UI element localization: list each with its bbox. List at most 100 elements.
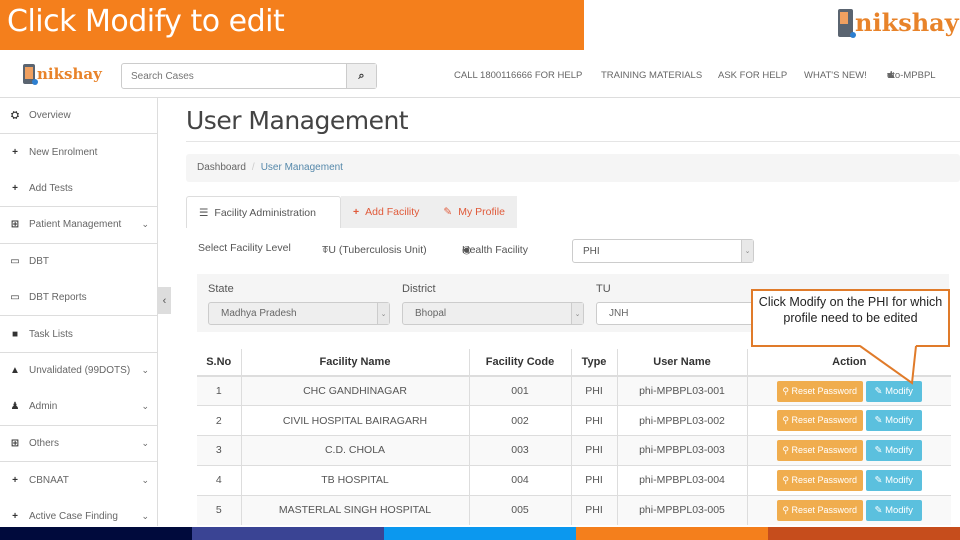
cell-facility-code: 002 bbox=[469, 405, 572, 436]
chevron-down-icon: ⌄ bbox=[141, 437, 149, 448]
chevron-down-icon: ⌄ bbox=[141, 474, 149, 485]
cell-facility-name: CHC GANDHINAGAR bbox=[241, 375, 470, 406]
nikshay-logo-top: nikshay bbox=[838, 8, 959, 38]
medkit-icon: ⊞ bbox=[10, 219, 20, 231]
edit-icon: ✎ bbox=[874, 504, 883, 516]
caret-down-icon: ▾ bbox=[887, 70, 892, 81]
sidebar-item-new-enrolment[interactable]: + New Enrolment bbox=[0, 134, 157, 170]
nav-link-training-materials[interactable]: TRAINING MATERIALS bbox=[601, 70, 702, 81]
cell-user-name: phi-MPBPL03-003 bbox=[617, 435, 748, 466]
facility-level-label: Select Facility Level bbox=[198, 242, 291, 254]
reset-password-button[interactable]: ⚲ Reset Password bbox=[776, 439, 863, 461]
key-icon: ⚲ bbox=[782, 385, 790, 396]
nav-link-call-help[interactable]: CALL 1800116666 FOR HELP bbox=[454, 70, 582, 81]
tab-facility-administration[interactable]: ☰ Facility Administration bbox=[186, 196, 341, 228]
user-icon: ♟ bbox=[10, 401, 20, 413]
chevron-down-icon: ⌄ bbox=[571, 303, 583, 324]
reset-password-button[interactable]: ⚲ Reset Password bbox=[776, 380, 863, 402]
sidebar-item-overview[interactable]: ⛭ Overview bbox=[0, 98, 157, 135]
col-header-facility-code: Facility Code bbox=[469, 349, 572, 377]
dashboard-icon: ⛭ bbox=[11, 110, 19, 122]
sidebar-item-unvalidated[interactable]: ▲ Unvalidated (99DOTS) ⌄ bbox=[0, 353, 157, 389]
edit-icon: ✎ bbox=[874, 474, 883, 486]
plus-icon: + bbox=[353, 206, 360, 218]
warning-icon: ▲ bbox=[10, 365, 20, 377]
reset-password-button[interactable]: ⚲ Reset Password bbox=[776, 499, 863, 521]
table-row: 1 CHC GANDHINAGAR 001 PHI phi-MPBPL03-001 ⚲ R… bbox=[197, 375, 951, 406]
chevron-down-icon: ⌄ bbox=[141, 510, 149, 521]
sidebar-item-task-lists[interactable]: ■ Task Lists bbox=[0, 316, 157, 353]
district-label: District bbox=[402, 283, 436, 295]
search-button[interactable]: ⌕ bbox=[346, 64, 376, 88]
cell-sno: 2 bbox=[197, 405, 242, 436]
modify-button[interactable]: ✎ Modify bbox=[865, 499, 922, 521]
breadcrumb: Dashboard / User Management bbox=[186, 154, 960, 182]
table-row: 5 MASTERLAL SINGH HOSPITAL 005 PHI phi-MPBPL… bbox=[197, 494, 951, 525]
sidebar-item-dbt-reports[interactable]: ▭ DBT Reports bbox=[0, 280, 157, 317]
plus-icon: + bbox=[12, 182, 18, 194]
sidebar-item-dbt[interactable]: ▭ DBT bbox=[0, 244, 157, 280]
callout-pointer bbox=[860, 345, 917, 385]
sidebar-item-patient-management[interactable]: ⊞ Patient Management ⌄ bbox=[0, 207, 157, 244]
slide-title-bar: Click Modify to edit bbox=[0, 0, 584, 50]
sidebar-item-others[interactable]: ⊞ Others ⌄ bbox=[0, 426, 157, 462]
sidebar-collapse-button[interactable]: ‹ bbox=[158, 287, 171, 314]
nav-link-ask-for-help[interactable]: ASK FOR HELP bbox=[718, 70, 787, 81]
cell-action: ⚲ Reset Password ✎ Modify bbox=[747, 464, 951, 496]
cell-type: PHI bbox=[571, 464, 618, 496]
sidebar-item-cbnaat[interactable]: + CBNAAT ⌄ bbox=[0, 462, 157, 498]
key-icon: ⚲ bbox=[782, 444, 790, 455]
tab-add-facility[interactable]: + Add Facility bbox=[341, 196, 432, 228]
reset-password-button[interactable]: ⚲ Reset Password bbox=[776, 410, 863, 432]
modify-button[interactable]: ✎ Modify bbox=[865, 410, 922, 432]
col-header-user-name: User Name bbox=[617, 349, 748, 377]
sidebar-item-add-tests[interactable]: + Add Tests bbox=[0, 171, 157, 208]
modify-button[interactable]: ✎ Modify bbox=[865, 439, 922, 461]
facility-table: S.No Facility Name Facility Code Type Us… bbox=[197, 349, 951, 525]
app-navbar: ⌕ CALL 1800116666 FOR HELP TRAINING MATE… bbox=[0, 52, 960, 98]
chevron-down-icon: ⌄ bbox=[377, 303, 389, 324]
nikshay-logo-app[interactable]: nikshay bbox=[23, 64, 102, 85]
tabs: ☰ Facility Administration + Add Facility ✎… bbox=[186, 196, 517, 228]
phone-logo-icon bbox=[23, 64, 38, 85]
sidebar-item-admin[interactable]: ♟ Admin ⌄ bbox=[0, 389, 157, 426]
cell-facility-name: CIVIL HOSPITAL BAIRAGARH bbox=[241, 405, 470, 436]
modify-button[interactable]: ✎ Modify bbox=[865, 469, 922, 491]
stripe-segment bbox=[192, 527, 384, 540]
reset-password-button[interactable]: ⚲ Reset Password bbox=[776, 469, 863, 491]
cell-type: PHI bbox=[571, 405, 618, 436]
chevron-down-icon: ⌄ bbox=[741, 240, 753, 262]
nav-link-whats-new[interactable]: WHAT'S NEW! bbox=[804, 70, 867, 81]
slide-title: Click Modify to edit bbox=[7, 4, 285, 39]
cell-action: ⚲ Reset Password ✎ Modify bbox=[747, 435, 951, 466]
chevron-left-icon: ‹ bbox=[162, 294, 167, 307]
breadcrumb-dashboard[interactable]: Dashboard bbox=[197, 162, 246, 173]
cell-facility-name: MASTERLAL SINGH HOSPITAL bbox=[241, 494, 470, 525]
cell-action: ⚲ Reset Password ✎ Modify bbox=[747, 405, 951, 436]
cell-type: PHI bbox=[571, 375, 618, 406]
search-icon: ⌕ bbox=[358, 69, 365, 82]
tab-my-profile[interactable]: ✎ My Profile bbox=[431, 196, 517, 228]
instruction-callout: Click Modify on the PHI for which profil… bbox=[751, 289, 950, 347]
table-row: 4 TB HOSPITAL 004 PHI phi-MPBPL03-004 ⚲ Reset… bbox=[197, 464, 951, 496]
key-icon: ⚲ bbox=[782, 504, 790, 515]
medkit-icon: ⊞ bbox=[10, 437, 20, 449]
sidebar: ⛭ Overview + New Enrolment + Add Tests ⊞ Pat… bbox=[0, 98, 158, 526]
phone-logo-icon bbox=[838, 8, 856, 38]
cell-user-name: phi-MPBPL03-002 bbox=[617, 405, 748, 436]
cell-sno: 5 bbox=[197, 494, 242, 525]
edit-icon: ✎ bbox=[874, 444, 883, 456]
district-select[interactable]: Bhopal ⌄ bbox=[402, 302, 584, 325]
state-select[interactable]: Madhya Pradesh ⌄ bbox=[208, 302, 390, 325]
stripe-segment bbox=[0, 527, 192, 540]
money-icon: ▭ bbox=[10, 256, 20, 268]
tu-label: TU bbox=[596, 283, 611, 295]
search-input[interactable] bbox=[122, 64, 346, 88]
money-icon: ▭ bbox=[10, 292, 20, 304]
facility-type-select[interactable]: PHI ⌄ bbox=[572, 239, 754, 263]
cell-facility-code: 004 bbox=[469, 464, 572, 496]
footer-color-stripe bbox=[0, 527, 960, 540]
cell-action: ⚲ Reset Password ✎ Modify bbox=[747, 494, 951, 525]
cell-sno: 3 bbox=[197, 435, 242, 466]
divider bbox=[186, 141, 960, 142]
